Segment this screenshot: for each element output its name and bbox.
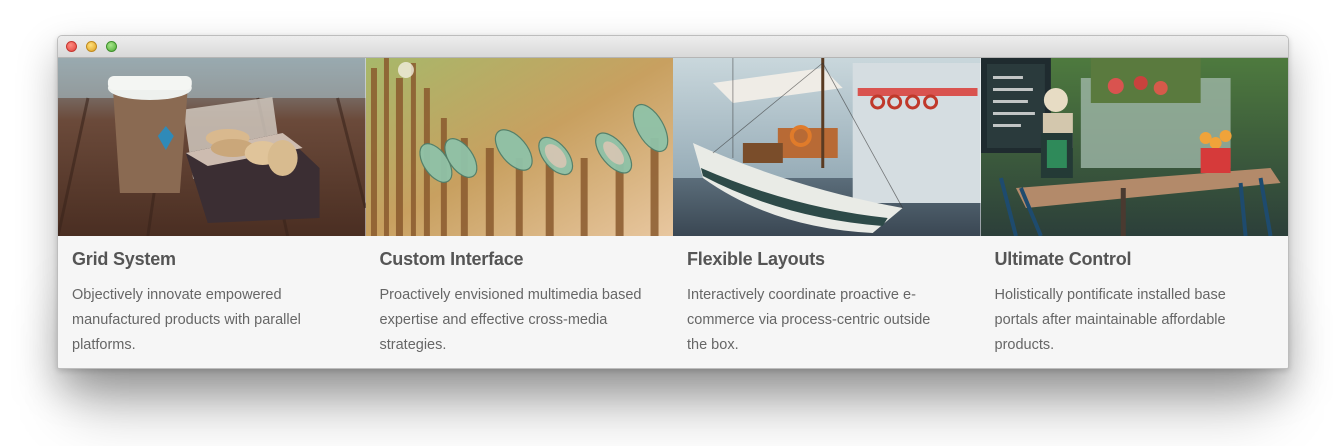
feature-card-grid-system: Grid System Objectively innovate empower…: [58, 58, 366, 358]
sailboat-in-harbor-photo: [673, 58, 981, 236]
feature-title: Ultimate Control: [994, 249, 1132, 269]
title-bar[interactable]: [58, 36, 1288, 58]
feature-title: Custom Interface: [379, 249, 524, 269]
feature-description: Holistically pontificate installed base …: [994, 287, 1226, 353]
feature-description: Proactively envisioned multimedia based …: [379, 287, 642, 353]
coffee-cup-and-cookies-photo: [58, 58, 366, 236]
glass-bottles-on-fence-photo: [365, 58, 673, 236]
feature-title: Flexible Layouts: [687, 249, 825, 269]
close-window-button[interactable]: [66, 41, 77, 52]
feature-description: Objectively innovate empowered manufactu…: [72, 287, 301, 353]
feature-card-flexible-layouts: Flexible Layouts Interactively coordinat…: [673, 58, 981, 358]
maximize-window-button[interactable]: [106, 41, 117, 52]
feature-card-ultimate-control: Ultimate Control Holistically pontificat…: [980, 58, 1288, 358]
feature-title: Grid System: [72, 249, 176, 269]
browser-window: Grid System Objectively innovate empower…: [57, 35, 1289, 369]
feature-grid: Grid System Objectively innovate empower…: [58, 58, 1288, 358]
feature-description: Interactively coordinate proactive e-com…: [687, 287, 931, 353]
minimize-window-button[interactable]: [86, 41, 97, 52]
feature-card-custom-interface: Custom Interface Proactively envisioned …: [365, 58, 673, 358]
outdoor-cafe-terrace-photo: [980, 58, 1288, 236]
